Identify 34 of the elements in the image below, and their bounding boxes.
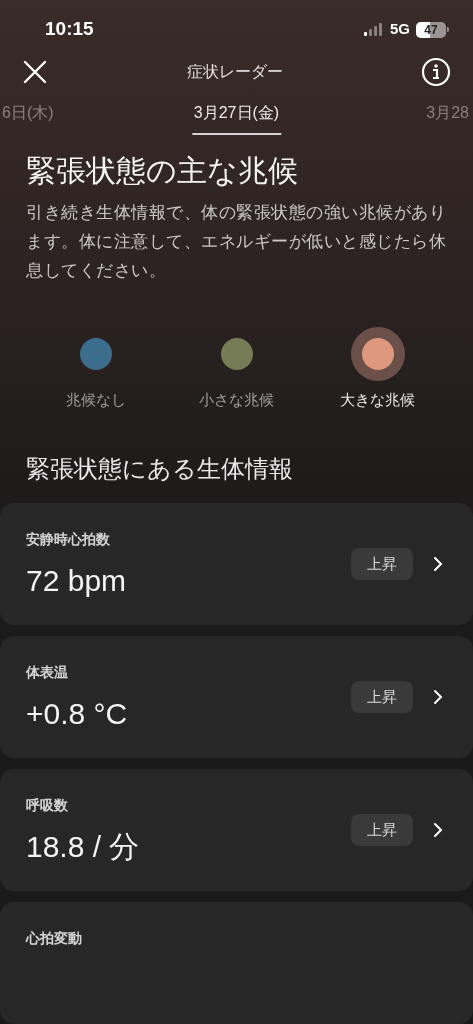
date-tab[interactable]: 3月28: [426, 101, 469, 136]
section-title: 緊張状態にある生体情報: [25, 454, 294, 484]
info-icon: [421, 57, 451, 88]
status-time: 10:15: [45, 17, 94, 42]
network-label: 5G: [390, 19, 410, 40]
metric-name: 心拍変動: [26, 929, 83, 948]
trend-badge: 上昇: [351, 547, 413, 581]
screen-title: 症状レーダー: [186, 62, 283, 83]
signal-icon: [364, 23, 382, 36]
description-text: 引き続き生体情報で、体の緊張状態の強い兆候があります。体に注意して、エネルギーが低いと感じたら休息してください。: [25, 201, 447, 281]
trend-badge: 上昇: [351, 813, 413, 847]
level-label: 大きな兆候: [340, 389, 415, 410]
info-button[interactable]: [421, 57, 451, 88]
close-button[interactable]: [22, 59, 48, 86]
metric-card[interactable]: 心拍変動: [0, 902, 473, 1024]
metric-card[interactable]: 呼吸数 18.8 / 分 上昇: [0, 769, 473, 891]
metric-name: 安静時心拍数: [26, 530, 111, 549]
metric-card[interactable]: 安静時心拍数 72 bpm 上昇: [0, 503, 473, 625]
heading: 緊張状態の主な兆候: [25, 152, 299, 189]
metric-value: 18.8 / 分: [26, 829, 141, 865]
metric-card[interactable]: 体表温 +0.8 °C 上昇: [0, 636, 473, 758]
date-tab[interactable]: 3月27日(金): [191, 101, 282, 136]
level-label: 兆候なし: [65, 389, 126, 410]
chevron-icon: [433, 822, 443, 838]
metric-value: +0.8 °C: [26, 696, 129, 732]
metric-name: 体表温: [26, 663, 69, 682]
level-label: 小さな兆候: [199, 389, 274, 410]
trend-badge: 上昇: [351, 680, 413, 714]
close-icon: [23, 60, 47, 85]
date-tab[interactable]: 6日(木): [2, 101, 54, 136]
metric-name: 呼吸数: [26, 796, 69, 815]
metric-value: 72 bpm: [26, 563, 128, 599]
chevron-icon: [433, 689, 443, 705]
chevron-icon: [433, 556, 443, 572]
